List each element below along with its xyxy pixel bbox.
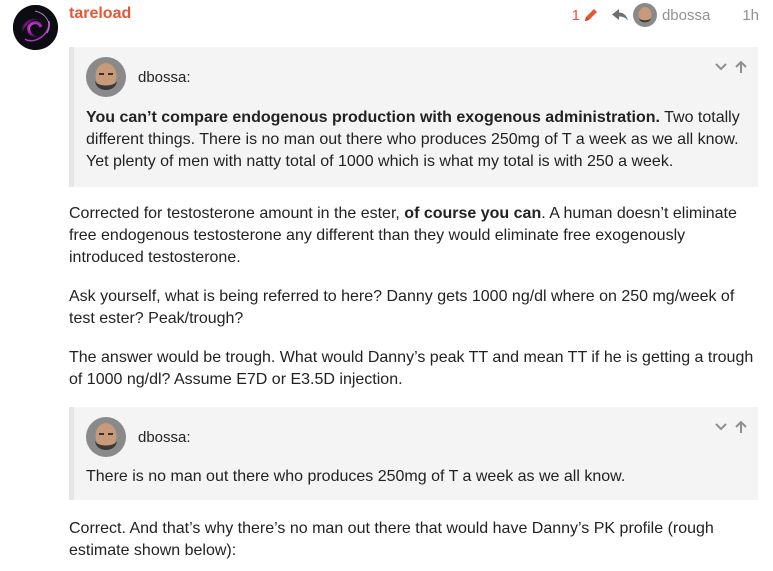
quote-text: You can’t compare endogenous production … <box>86 107 746 173</box>
edit-history-button[interactable]: 1 <box>572 7 599 24</box>
chevron-down-icon[interactable] <box>714 420 728 434</box>
arrow-up-icon[interactable] <box>734 420 748 434</box>
quote-author: dbossa: <box>138 428 191 446</box>
reply-to-avatar <box>632 3 657 27</box>
quote-block: dbossa: You can’t compare endogenous pro… <box>69 47 758 187</box>
paragraph-bold-text: of course you can <box>404 205 542 222</box>
post-paragraph: Corrected for testosterone amount in the… <box>69 203 759 269</box>
share-arrow-icon <box>611 9 628 21</box>
post-paragraph: Ask yourself, what is being referred to … <box>69 288 735 327</box>
reply-to-button[interactable]: dbossa <box>611 3 710 27</box>
quote-controls <box>714 420 748 434</box>
edit-count: 1 <box>571 6 580 24</box>
post-paragraph: The answer would be trough. What would D… <box>69 349 754 388</box>
quote-title: dbossa: <box>86 57 191 97</box>
post-meta: 1 dbossa 1h <box>572 3 759 27</box>
chevron-down-icon[interactable] <box>714 60 728 74</box>
quote-avatar[interactable] <box>86 417 126 457</box>
quote-bold-text: You can’t compare endogenous production … <box>86 109 660 126</box>
quote-controls <box>714 60 748 74</box>
post-paragraph: Correct. And that’s why there’s no man o… <box>69 520 714 559</box>
paragraph-text: Corrected for testosterone amount in the… <box>69 205 405 222</box>
post-date[interactable]: 1h <box>742 7 759 24</box>
arrow-up-icon[interactable] <box>734 60 748 74</box>
reply-to-username: dbossa <box>661 6 711 24</box>
quote-title: dbossa: <box>86 417 191 457</box>
quote-author: dbossa: <box>138 68 191 86</box>
quote-avatar[interactable] <box>86 57 126 97</box>
quote-block: dbossa: There is no man out there who pr… <box>69 407 758 500</box>
pencil-icon <box>584 9 597 21</box>
avatar[interactable] <box>13 5 58 50</box>
quote-text: There is no man out there who produces 2… <box>86 468 626 485</box>
post-username[interactable]: tareload <box>69 5 131 23</box>
